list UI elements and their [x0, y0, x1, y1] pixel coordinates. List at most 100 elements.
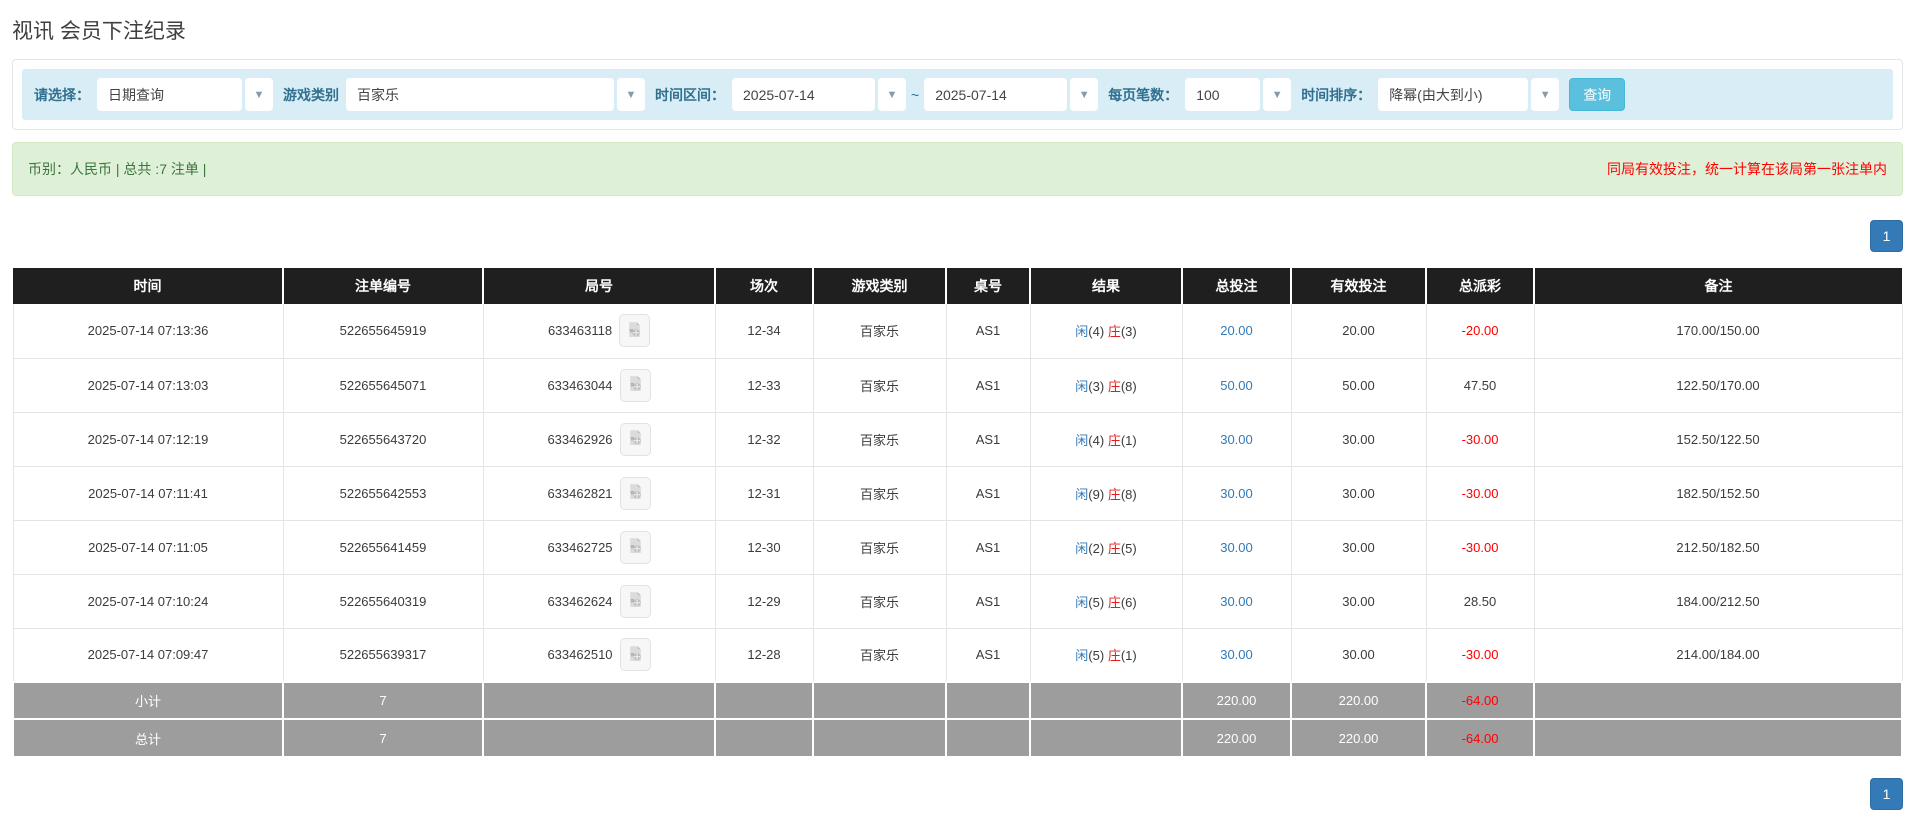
valid-bet-cell: 30.00	[1290, 411, 1427, 467]
column-header: 注单编号	[282, 268, 483, 304]
banker-result-label: 庄	[1107, 594, 1121, 610]
round-id-cell: 633462624	[482, 573, 716, 629]
replay-video-button[interactable]	[619, 476, 651, 510]
query-type-select[interactable]: 日期查询 ▼	[97, 78, 273, 111]
session-cell: 12-31	[714, 465, 814, 521]
video-icon	[627, 483, 644, 503]
date-to-value[interactable]: 2025-07-14	[924, 78, 1068, 111]
valid-bet-cell: 50.00	[1290, 357, 1427, 413]
column-header: 结果	[1029, 268, 1182, 304]
table-row: 2025-07-14 07:13:03 522655645071 6334630…	[12, 357, 1903, 413]
time-cell: 2025-07-14 07:11:05	[12, 519, 284, 575]
total-bet-cell[interactable]: 30.00	[1181, 465, 1292, 521]
payout-cell: -20.00	[1425, 304, 1535, 359]
totals-valid-bet: 220.00	[1290, 718, 1427, 756]
column-header: 总投注	[1181, 268, 1291, 304]
game-type-cell: 百家乐	[812, 519, 947, 575]
game-type-select[interactable]: 百家乐 ▼	[346, 78, 645, 111]
page-size-select[interactable]: 100 ▼	[1185, 78, 1292, 111]
replay-video-button[interactable]	[619, 584, 651, 618]
result-cell: 闲(5) 庄(6)	[1029, 573, 1183, 629]
table-row: 2025-07-14 07:10:24 522655640319 6334626…	[12, 573, 1903, 629]
banker-result-score: (1)	[1120, 648, 1137, 664]
total-bet-cell[interactable]: 20.00	[1181, 304, 1292, 359]
video-icon	[627, 375, 644, 395]
remark-cell: 170.00/150.00	[1533, 304, 1903, 359]
total-bet-cell[interactable]: 30.00	[1181, 519, 1292, 575]
table-header-row: 时间 注单编号 局号 场次 游戏类别 桌号 结果 总投注 有效投注 总派彩 备注	[13, 268, 1902, 304]
payout-cell: -30.00	[1425, 465, 1535, 521]
player-result-label: 闲	[1075, 648, 1089, 664]
totals-payout: -64.00	[1425, 718, 1535, 756]
payout-cell: 47.50	[1425, 357, 1535, 413]
player-result-score: (5)	[1088, 594, 1105, 610]
date-from-value[interactable]: 2025-07-14	[732, 78, 875, 111]
valid-bet-cell: 30.00	[1290, 627, 1427, 683]
player-result-label: 闲	[1075, 432, 1089, 448]
session-cell: 12-29	[714, 573, 814, 629]
payout-cell: -30.00	[1425, 411, 1535, 467]
replay-video-button[interactable]	[619, 638, 651, 672]
page-1-button[interactable]: 1	[1870, 220, 1903, 252]
round-id-value: 633462725	[547, 539, 613, 555]
total-bet-cell[interactable]: 30.00	[1181, 627, 1292, 683]
totals-label: 总计	[12, 718, 284, 756]
query-type-value[interactable]: 日期查询	[97, 78, 242, 111]
bet-id-cell: 522655641459	[282, 519, 484, 575]
banker-result-score: (6)	[1120, 594, 1137, 610]
chevron-down-icon[interactable]: ▼	[1531, 78, 1560, 111]
bet-id-cell: 522655640319	[282, 573, 484, 629]
total-bet-cell[interactable]: 30.00	[1181, 573, 1292, 629]
search-button[interactable]: 查询	[1569, 78, 1626, 111]
valid-bet-cell: 30.00	[1290, 519, 1427, 575]
valid-bet-note: 同局有效投注，统一计算在该局第一张注单内	[1607, 161, 1887, 177]
date-from-select[interactable]: 2025-07-14 ▼	[732, 78, 906, 111]
time-cell: 2025-07-14 07:12:19	[12, 411, 284, 467]
table-row: 2025-07-14 07:12:19 522655643720 6334629…	[12, 411, 1903, 467]
total-bet-cell[interactable]: 30.00	[1181, 411, 1292, 467]
filter-bar: 请选择： 日期查询 ▼ 游戏类别 百家乐 ▼ 时间区间： 2025-07-14 …	[22, 69, 1893, 120]
replay-video-button[interactable]	[619, 422, 651, 456]
sort-order-select[interactable]: 降幂(由大到小) ▼	[1378, 78, 1560, 111]
table-no-cell: AS1	[945, 411, 1031, 467]
replay-video-button[interactable]	[619, 368, 651, 402]
chevron-down-icon[interactable]: ▼	[617, 78, 645, 111]
remark-cell: 184.00/212.50	[1533, 573, 1903, 629]
game-type-cell: 百家乐	[812, 357, 947, 413]
time-range-label: 时间区间：	[655, 86, 725, 103]
round-id-value: 633462624	[547, 593, 613, 609]
game-type-value[interactable]: 百家乐	[346, 78, 614, 111]
round-id-cell: 633463044	[482, 357, 716, 413]
time-cell: 2025-07-14 07:11:41	[12, 465, 284, 521]
chevron-down-icon[interactable]: ▼	[1263, 78, 1292, 111]
total-bet-cell[interactable]: 50.00	[1181, 357, 1292, 413]
totals-row: 小计 7 220.00 220.00 -64.00	[12, 681, 1903, 719]
replay-video-button[interactable]	[619, 314, 651, 348]
pagination-top: 1	[12, 220, 1903, 252]
table-no-cell: AS1	[945, 357, 1031, 413]
tilde-separator: ~	[911, 86, 920, 103]
remark-cell: 152.50/122.50	[1533, 411, 1903, 467]
totals-total-bet: 220.00	[1181, 718, 1292, 756]
game-type-cell: 百家乐	[812, 573, 947, 629]
chevron-down-icon[interactable]: ▼	[878, 78, 906, 111]
session-cell: 12-34	[714, 304, 814, 359]
totals-count: 7	[282, 718, 484, 756]
column-header: 总派彩	[1425, 268, 1534, 304]
totals-payout: -64.00	[1425, 681, 1535, 719]
time-cell: 2025-07-14 07:13:36	[12, 304, 284, 359]
page-1-button[interactable]: 1	[1870, 778, 1903, 810]
chevron-down-icon[interactable]: ▼	[1070, 78, 1099, 111]
chevron-down-icon[interactable]: ▼	[245, 78, 273, 111]
round-id-cell: 633462821	[482, 465, 716, 521]
page-size-value[interactable]: 100	[1185, 78, 1261, 111]
table-no-cell: AS1	[945, 519, 1031, 575]
round-id-value: 633462821	[547, 485, 613, 501]
replay-video-button[interactable]	[619, 530, 651, 564]
date-to-select[interactable]: 2025-07-14 ▼	[924, 78, 1099, 111]
pagination-bottom: 1	[12, 778, 1903, 810]
payout-cell: 28.50	[1425, 573, 1535, 629]
table-row: 2025-07-14 07:11:41 522655642553 6334628…	[12, 465, 1903, 521]
sort-order-value[interactable]: 降幂(由大到小)	[1378, 78, 1529, 111]
player-result-score: (3)	[1088, 378, 1105, 394]
